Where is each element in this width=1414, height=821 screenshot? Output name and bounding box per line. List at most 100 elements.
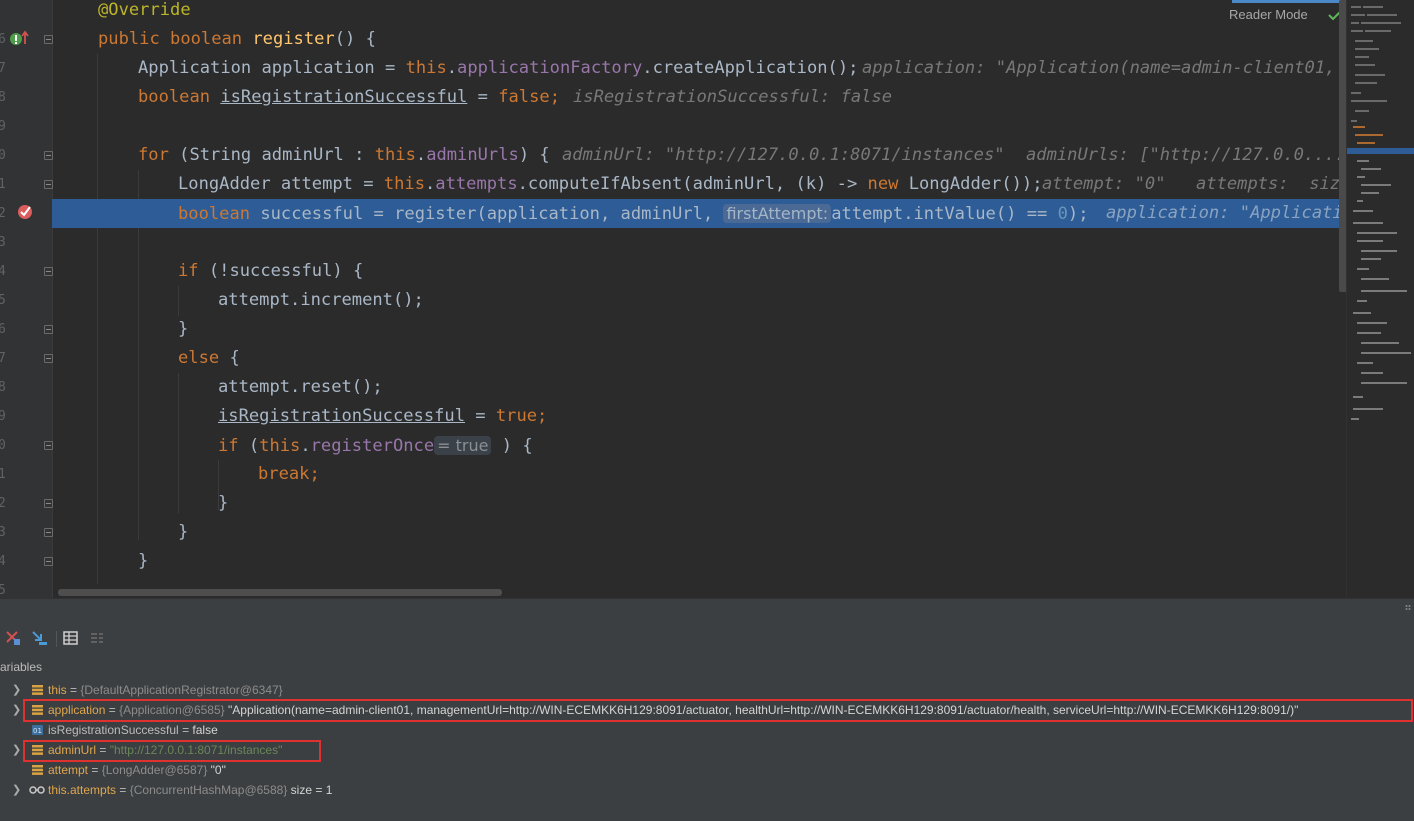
inline-value-hint: = true [434,436,492,455]
variable-value: size = 1 [290,783,333,797]
code-line[interactable]: if (!successful) { [0,257,1346,286]
parameter-hint: firstAttempt: [723,204,832,223]
keyword: false [498,87,550,107]
variable-type: {DefaultApplicationRegistrator@6347} [80,683,283,697]
reader-mode-toggle[interactable]: Reader Mode [1229,7,1308,22]
variable-row[interactable]: 01 isRegistrationSuccessful = false [0,720,1414,740]
code-text: attempt.increment(); [218,290,424,310]
primitive-value-icon: 01 [32,725,43,735]
code-line[interactable]: public boolean register() { [0,25,1346,54]
code-line[interactable]: boolean isRegistrationSuccessful = false… [0,83,1346,112]
code-line[interactable]: attempt.increment(); [0,286,1346,315]
variable-name: attempt [48,763,89,777]
code-text: (!successful) { [208,261,364,281]
debug-inline-value: attempt: "0" [1042,174,1166,194]
code-line[interactable]: isRegistrationSuccessful = true; [0,402,1346,431]
variable-reference: isRegistrationSuccessful [218,406,465,426]
code-text: } [178,522,189,542]
keyword: else [178,348,230,368]
code-text: successful = register(application, admin… [260,204,724,224]
code-text: .createApplication(); [642,58,859,78]
field-reference: registerOnce [310,436,435,456]
code-line[interactable]: for (String adminUrl : this.adminUrls) {… [0,141,1355,170]
variable-type: {LongAdder@6587} [101,763,211,777]
code-text: () { [334,29,376,49]
svg-text:01: 01 [33,727,42,735]
code-text: .computeIfAbsent(adminUrl, (k) -> [517,174,868,194]
keyword: true [495,406,538,426]
variable-row[interactable]: attempt = {LongAdder@6587} "0" [0,760,1414,780]
keyword: this [405,58,447,78]
debug-inline-value: attempts: size [1196,174,1351,194]
code-text: Application application = [138,58,406,78]
code-line[interactable]: @Override [0,0,1346,25]
code-line[interactable]: } [0,489,1346,518]
code-text: ) { [491,436,533,456]
keyword: for [138,145,180,165]
code-text: LongAdder()); [908,174,1043,194]
field-reference: adminUrls [426,145,519,165]
keyword: public boolean [98,29,253,49]
code-line[interactable]: break; [0,460,1346,489]
code-text: attempt.intValue() == [831,204,1058,224]
variable-row[interactable]: ❯ this.attempts = {ConcurrentHashMap@658… [0,780,1414,800]
variables-pane-title: ariables [0,660,43,674]
toolbar-separator [56,631,57,647]
variable-row[interactable]: ❯ this = {DefaultApplicationRegistrator@… [0,680,1414,700]
debug-inline-value: isRegistrationSuccessful: false [573,87,893,107]
code-line[interactable]: attempt.reset(); [0,373,1346,402]
keyword: this [374,145,416,165]
expand-arrow-icon[interactable]: ❯ [12,780,21,800]
expand-arrow-icon[interactable]: ❯ [12,740,21,760]
horizontal-scrollbar[interactable] [58,589,502,596]
code-minimap[interactable] [1346,0,1414,598]
highlight-box-application [23,699,1413,722]
code-text: } [218,493,229,513]
code-text: LongAdder attempt = [178,174,384,194]
variable-name: this [48,683,67,697]
variable-name: this.attempts [48,783,117,797]
keyword: this [383,174,425,194]
debug-toolbar [0,625,1414,651]
step-into-icon[interactable] [30,629,48,647]
code-text: } [178,319,189,339]
variable-name: isRegistrationSuccessful [48,723,179,737]
code-line[interactable]: } [0,315,1346,344]
annotation-token: @Override [98,0,191,20]
code-line[interactable]: else { [0,344,1346,373]
variable-value: false [192,723,218,737]
code-text: ) { [518,145,550,165]
code-line[interactable]: } [0,518,1346,547]
variable-value: "0" [210,763,226,777]
keyword: break [258,464,310,484]
variable-reference: isRegistrationSuccessful [220,87,468,107]
code-line[interactable]: if (this.registerOnce = true ) { [0,431,1346,460]
debug-inline-value: adminUrl: "http://127.0.0.1:8071/instanc… [562,145,1005,165]
variable-type: {ConcurrentHashMap@6588} [129,783,291,797]
method-name: register [252,29,335,49]
expand-arrow-icon[interactable]: ❯ [12,700,21,720]
debug-panel[interactable]: ariables ❯ this = {DefaultApplicationReg… [0,602,1414,821]
watch-glasses-icon [29,786,45,794]
keyword: new [867,174,909,194]
field-icon [32,765,43,775]
code-editor[interactable]: 6 7 8 9 0 1 2 3 4 5 6 7 8 9 0 1 2 3 4 5 [0,0,1414,598]
breakpoint-icon[interactable] [17,203,33,219]
expand-arrow-icon[interactable]: ❯ [12,680,21,700]
layout-options-icon[interactable] [88,629,106,647]
drop-frame-icon[interactable] [4,629,22,647]
code-text: ); [1067,204,1089,224]
debug-inline-value: application: "Application(name=admin-cli… [862,58,1367,78]
highlight-box-adminurl [23,740,321,762]
field-icon [32,685,43,695]
keyword: if [218,436,249,456]
table-view-icon[interactable] [62,629,80,647]
code-text: { [229,348,240,368]
code-line[interactable]: LongAdder attempt = this.attempts.comput… [0,170,1350,199]
code-text: } [138,551,149,571]
code-line[interactable]: Application application = this.applicati… [0,54,1366,83]
current-execution-line[interactable]: boolean successful = register(applicatio… [52,199,1353,228]
code-line[interactable]: } [0,547,1346,576]
panel-options-icon[interactable] [1405,604,1411,614]
keyword: boolean [138,87,221,107]
